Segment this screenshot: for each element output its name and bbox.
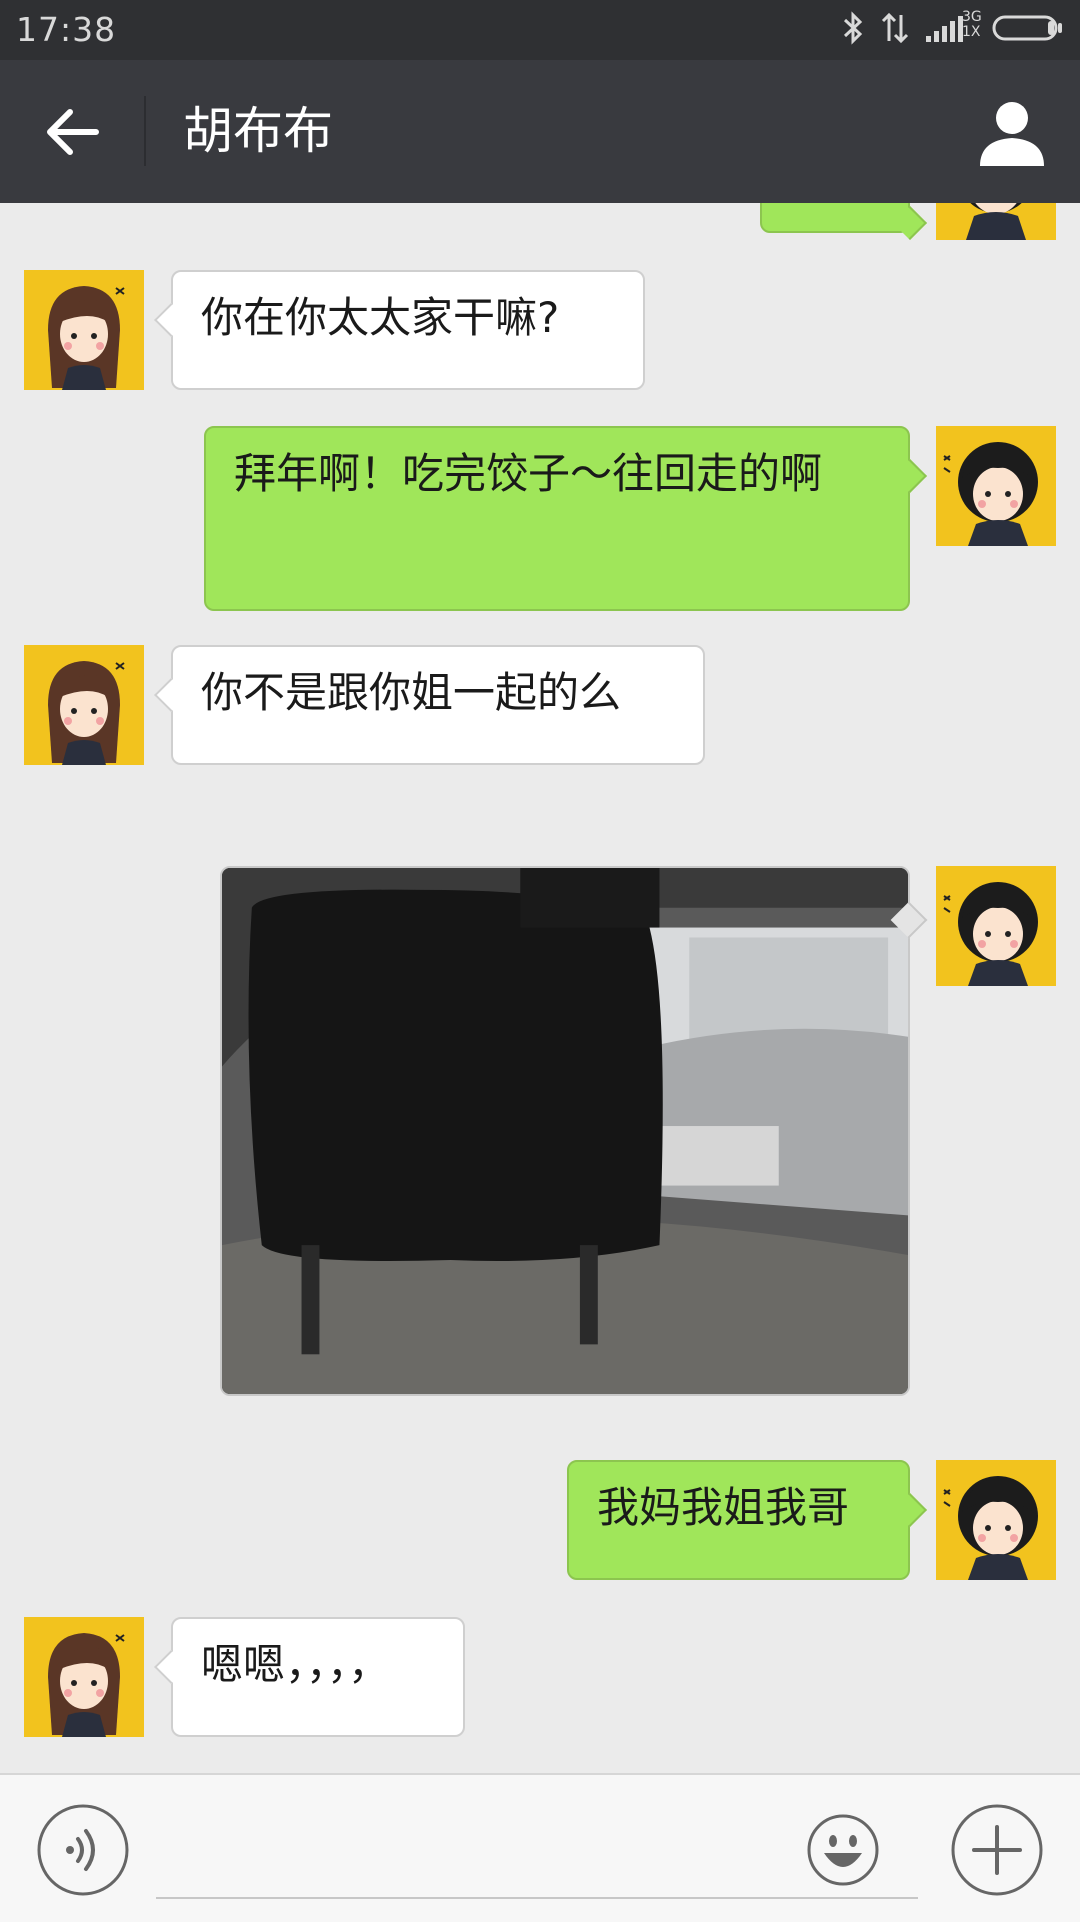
voice-icon: [37, 1804, 129, 1896]
header-divider: [144, 96, 146, 166]
status-time: 17:38: [16, 10, 117, 49]
battery-icon: [992, 15, 1062, 41]
avatar-boy-icon: [936, 203, 1056, 240]
message-bubble-incoming[interactable]: 你不是跟你姐一起的么: [171, 645, 705, 765]
avatar-contact[interactable]: [24, 1617, 144, 1737]
avatar-me[interactable]: [936, 1460, 1056, 1580]
emoji-icon: [807, 1814, 879, 1886]
message-text: 拜年啊！吃完饺子～往回走的啊: [234, 449, 823, 498]
chat-title: 胡布布: [183, 102, 333, 160]
avatar-contact[interactable]: [24, 645, 144, 765]
network-top-label: 3G: [962, 9, 982, 25]
avatar-me-partial: [936, 203, 1056, 240]
message-bubble-incoming[interactable]: 嗯嗯，，，，: [171, 1617, 465, 1737]
message-bubble-incoming[interactable]: 你在你太太家干嘛?: [171, 270, 645, 390]
avatar-girl-icon: [24, 270, 144, 390]
message-text: 嗯嗯，，，，: [201, 1640, 391, 1689]
more-button[interactable]: [950, 1803, 1044, 1897]
person-icon: [980, 102, 1044, 166]
bluetooth-icon: [843, 11, 863, 45]
plus-icon: [951, 1804, 1043, 1896]
message-text: 我妈我姐我哥: [597, 1483, 850, 1532]
signal-group: 3G 1X: [924, 10, 982, 44]
emoji-button[interactable]: [806, 1813, 880, 1887]
avatar-boy-icon: [936, 426, 1056, 546]
avatar-girl-icon: [24, 645, 144, 765]
chat-header: 胡布布: [0, 60, 1080, 203]
avatar-boy-icon: [936, 1460, 1056, 1580]
avatar-me[interactable]: [936, 426, 1056, 546]
message-bubble-outgoing[interactable]: 我妈我姐我哥: [567, 1460, 910, 1580]
voice-button[interactable]: [36, 1803, 130, 1897]
message-text: 你不是跟你姐一起的么: [201, 668, 622, 717]
network-bottom-label: 1X: [962, 24, 981, 40]
avatar-boy-icon: [936, 866, 1056, 986]
message-input[interactable]: [156, 1805, 918, 1899]
message-bubble-outgoing[interactable]: 拜年啊！吃完饺子～往回走的啊: [204, 426, 910, 611]
input-bar: [0, 1773, 1080, 1922]
contact-info-button[interactable]: [972, 92, 1052, 172]
chat-area[interactable]: 你在你太太家干嘛? 拜年啊！吃完饺子～往回走的啊 你不是跟你姐一起的么 我妈我姐…: [0, 203, 1080, 1773]
car-interior-photo: [222, 868, 908, 1394]
status-icons: 3G 1X: [840, 10, 1064, 46]
message-text: 你在你太太家干嘛?: [201, 293, 560, 342]
back-button[interactable]: [36, 96, 108, 168]
avatar-girl-icon: [24, 1617, 144, 1737]
arrow-left-icon: [47, 109, 99, 155]
partial-previous-bubble: [760, 203, 910, 233]
photo-message[interactable]: [220, 866, 910, 1396]
network-type: 3G 1X: [962, 10, 982, 40]
avatar-me[interactable]: [936, 866, 1056, 986]
avatar-contact[interactable]: [24, 270, 144, 390]
data-transfer-icon: [881, 12, 909, 44]
status-bar: 17:38 3G 1X: [0, 0, 1080, 60]
